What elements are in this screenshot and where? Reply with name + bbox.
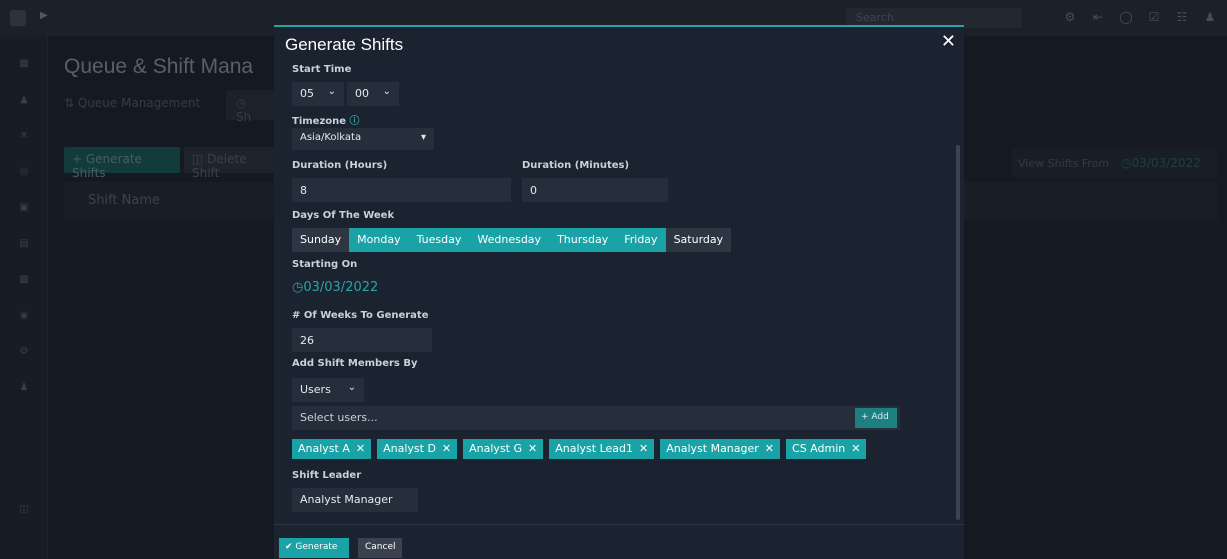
close-icon[interactable]: ✕ — [941, 31, 956, 52]
member-tag: Analyst G ✕ — [463, 439, 544, 459]
member-tag: Analyst Lead1 ✕ — [549, 439, 655, 459]
duration-minutes-input[interactable]: 0 — [522, 178, 668, 202]
info-icon[interactable]: ⓘ — [350, 116, 360, 127]
duration-hours-label: Duration (Hours) — [292, 160, 388, 171]
days-of-week: Sunday Monday Tuesday Wednesday Thursday… — [292, 228, 732, 252]
close-icon[interactable]: ✕ — [442, 442, 451, 455]
starting-on-label: Starting On — [292, 259, 358, 270]
member-name: Analyst D — [383, 442, 436, 455]
day-thursday[interactable]: Thursday — [549, 228, 617, 252]
weeks-input[interactable]: 26 — [292, 328, 432, 352]
day-saturday[interactable]: Saturday — [665, 228, 732, 252]
close-icon[interactable]: ✕ — [765, 442, 774, 455]
modal-footer: ✔ Generate Cancel — [274, 524, 964, 559]
start-minute-value: 00 — [355, 87, 369, 100]
generate-label: Generate — [295, 542, 338, 552]
duration-minutes-label: Duration (Minutes) — [522, 160, 630, 171]
day-sunday[interactable]: Sunday — [292, 228, 350, 252]
add-user-button[interactable]: + Add — [855, 408, 897, 428]
check-icon: ✔ — [285, 542, 293, 552]
day-wednesday[interactable]: Wednesday — [469, 228, 550, 252]
member-name: Analyst Lead1 — [555, 442, 634, 455]
cancel-button[interactable]: Cancel — [358, 538, 402, 558]
timezone-select[interactable]: Asia/Kolkata ▾ — [292, 128, 434, 150]
member-tag: Analyst A ✕ — [292, 439, 372, 459]
member-tag: Analyst D ✕ — [377, 439, 458, 459]
close-icon[interactable]: ✕ — [528, 442, 537, 455]
member-tag: CS Admin ✕ — [786, 439, 867, 459]
members-by-select[interactable]: Users ⌄ — [292, 378, 364, 402]
starting-on-date[interactable]: ◷03/03/2022 — [292, 280, 378, 295]
chevron-down-icon: ⌄ — [382, 86, 391, 97]
days-of-week-label: Days Of The Week — [292, 210, 395, 221]
starting-on-value: 03/03/2022 — [303, 280, 379, 295]
members-by-value: Users — [300, 383, 331, 396]
close-icon[interactable]: ✕ — [356, 442, 365, 455]
start-hour-value: 05 — [300, 87, 314, 100]
select-users-input[interactable]: Select users... — [292, 406, 900, 430]
members-by-label: Add Shift Members By — [292, 358, 418, 369]
day-tuesday[interactable]: Tuesday — [408, 228, 470, 252]
duration-hours-input[interactable]: 8 — [292, 178, 511, 202]
timezone-label: Timezone ⓘ — [292, 112, 360, 127]
start-time-label: Start Time — [292, 64, 352, 75]
shift-leader-label: Shift Leader — [292, 470, 362, 481]
calendar-icon: ◷ — [292, 280, 304, 295]
member-name: CS Admin — [792, 442, 846, 455]
member-name: Analyst G — [469, 442, 523, 455]
start-hour-select[interactable]: 05 ⌄ — [292, 82, 344, 106]
timezone-value: Asia/Kolkata — [300, 132, 362, 143]
weeks-label: # Of Weeks To Generate — [292, 310, 429, 321]
member-tags: Analyst A ✕ Analyst D ✕ Analyst G ✕ Analyst… — [292, 439, 867, 459]
start-minute-select[interactable]: 00 ⌄ — [347, 82, 399, 106]
close-icon[interactable]: ✕ — [851, 442, 860, 455]
shift-leader-select[interactable]: Analyst Manager — [292, 488, 418, 512]
member-name: Analyst A — [298, 442, 350, 455]
member-tag: Analyst Manager ✕ — [660, 439, 781, 459]
member-name: Analyst Manager — [666, 442, 759, 455]
timezone-label-text: Timezone — [292, 116, 347, 127]
day-friday[interactable]: Friday — [616, 228, 666, 252]
day-monday[interactable]: Monday — [349, 228, 409, 252]
generate-button[interactable]: ✔ Generate — [279, 538, 349, 558]
generate-shifts-modal: Generate Shifts ✕ Start Time 05 ⌄ 00 ⌄ Tim… — [274, 25, 964, 559]
chevron-down-icon: ▾ — [420, 132, 426, 143]
scrollbar[interactable] — [956, 145, 960, 520]
close-icon[interactable]: ✕ — [639, 442, 648, 455]
chevron-down-icon: ⌄ — [347, 382, 356, 393]
chevron-down-icon: ⌄ — [327, 86, 336, 97]
modal-title: Generate Shifts — [285, 35, 404, 54]
